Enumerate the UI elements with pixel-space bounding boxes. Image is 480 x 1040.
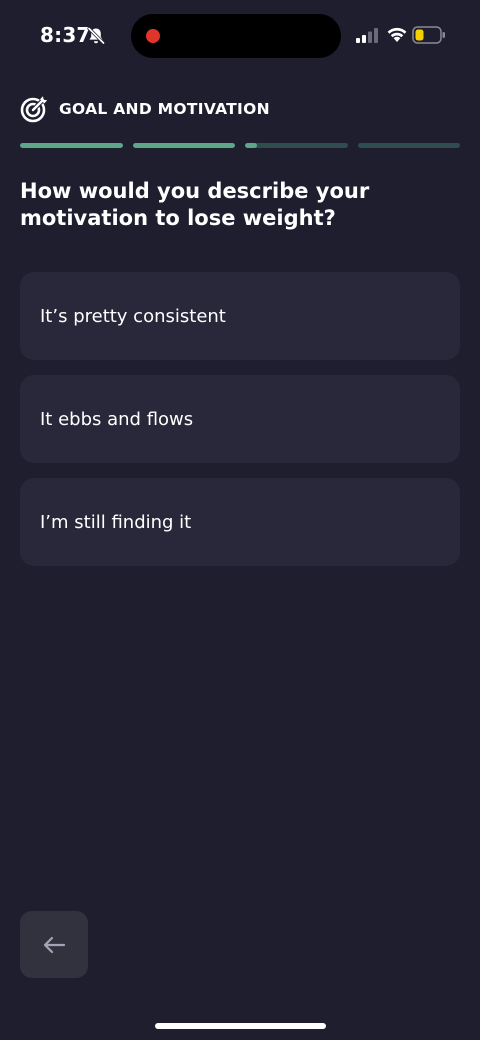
bell-off-icon	[87, 26, 106, 45]
progress-segment	[20, 143, 123, 148]
progress-segment-fill	[245, 143, 258, 148]
status-time: 8:37	[40, 23, 91, 47]
option-label: It ebbs and flows	[40, 408, 194, 430]
cellular-signal-icon	[356, 28, 378, 43]
progress-segment-fill	[132, 143, 235, 148]
option-ebbs-and-flows[interactable]: It ebbs and flows	[20, 375, 460, 463]
dynamic-island	[131, 14, 341, 58]
app-screen: 8:37 GOAL AND MOTIVATION How would you d…	[0, 0, 480, 1040]
home-indicator	[155, 1023, 326, 1029]
battery-icon	[412, 26, 445, 44]
option-label: I’m still finding it	[40, 511, 192, 533]
option-consistent[interactable]: It’s pretty consistent	[20, 272, 460, 360]
wifi-icon	[387, 27, 407, 42]
progress-segment	[245, 143, 348, 148]
section-title: GOAL AND MOTIVATION	[59, 100, 270, 118]
back-button[interactable]	[20, 911, 88, 978]
arrow-left-icon	[43, 936, 66, 953]
option-still-finding[interactable]: I’m still finding it	[20, 478, 460, 566]
recording-dot-icon	[146, 29, 160, 43]
section-header: GOAL AND MOTIVATION	[20, 94, 270, 124]
progress-segment-fill	[20, 143, 123, 148]
progress-segment	[132, 143, 235, 148]
status-bar: 8:37	[0, 0, 480, 72]
target-icon	[20, 96, 48, 123]
progress-segment	[357, 143, 460, 148]
option-label: It’s pretty consistent	[40, 305, 226, 327]
answer-options: It’s pretty consistent It ebbs and flows…	[20, 272, 460, 581]
progress-bar	[20, 143, 460, 148]
question-heading: How would you describe your motivation t…	[20, 179, 370, 230]
